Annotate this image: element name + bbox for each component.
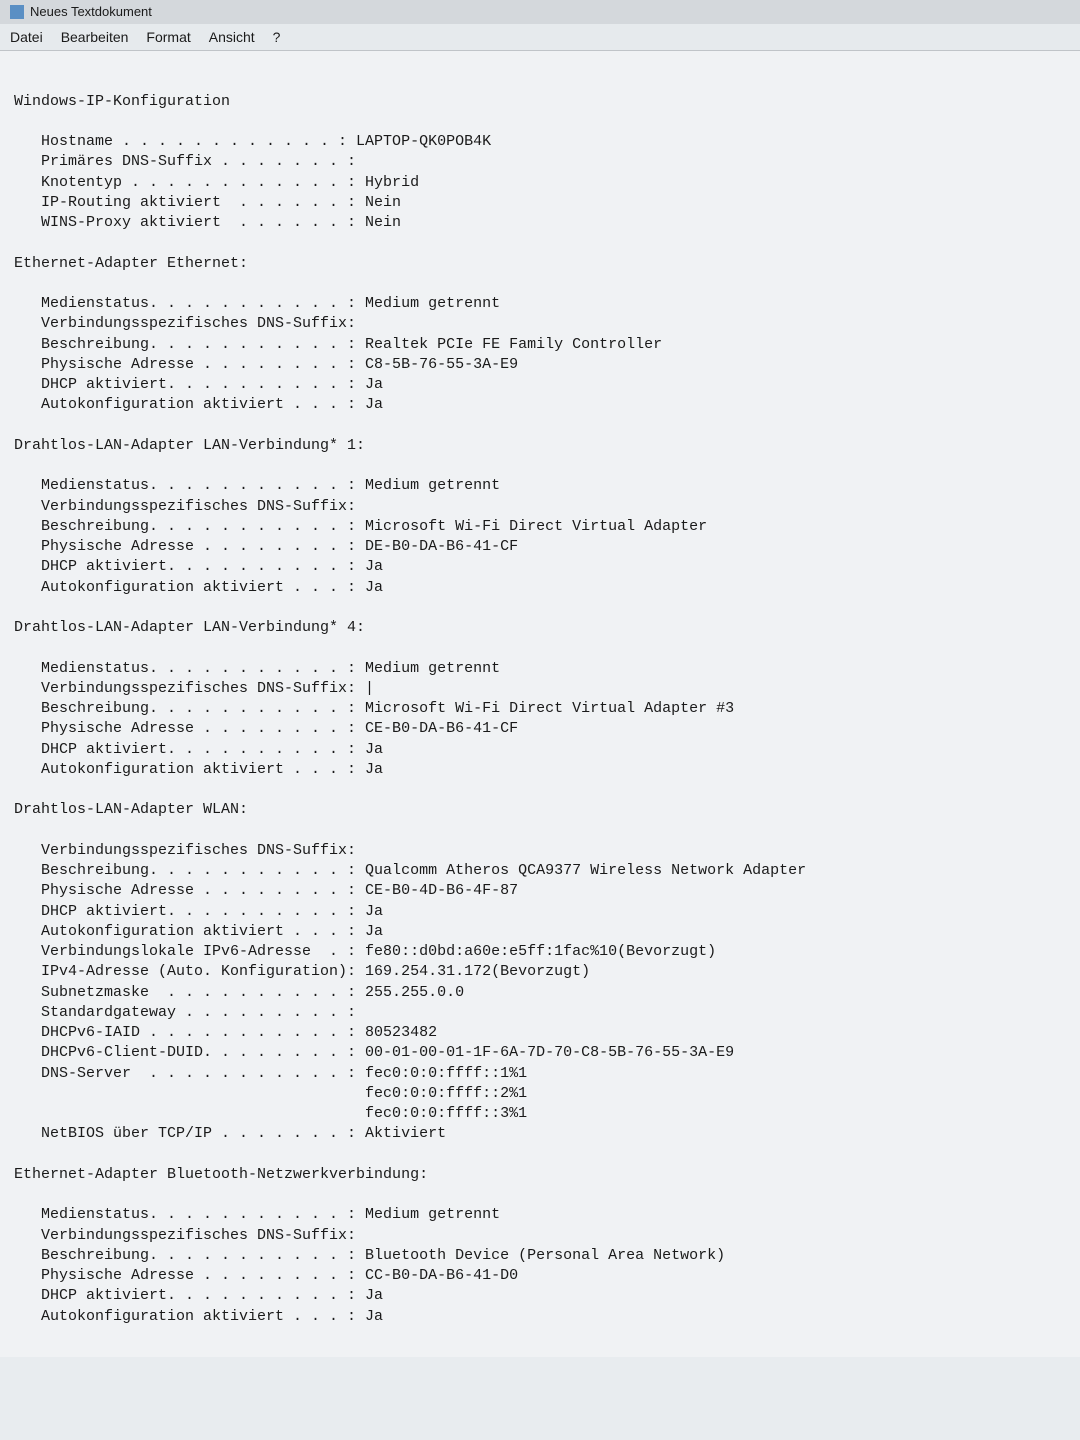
menu-help[interactable]: ? bbox=[273, 28, 281, 47]
notepad-icon bbox=[10, 5, 24, 19]
titlebar: Neues Textdokument bbox=[0, 0, 1080, 24]
window-title: Neues Textdokument bbox=[30, 3, 152, 21]
menu-format[interactable]: Format bbox=[146, 28, 190, 47]
menu-file[interactable]: Datei bbox=[10, 28, 43, 47]
text-content[interactable]: Windows-IP-Konfiguration Hostname . . . … bbox=[0, 51, 1080, 1357]
menu-edit[interactable]: Bearbeiten bbox=[61, 28, 129, 47]
menu-view[interactable]: Ansicht bbox=[209, 28, 255, 47]
menubar: Datei Bearbeiten Format Ansicht ? bbox=[0, 24, 1080, 52]
